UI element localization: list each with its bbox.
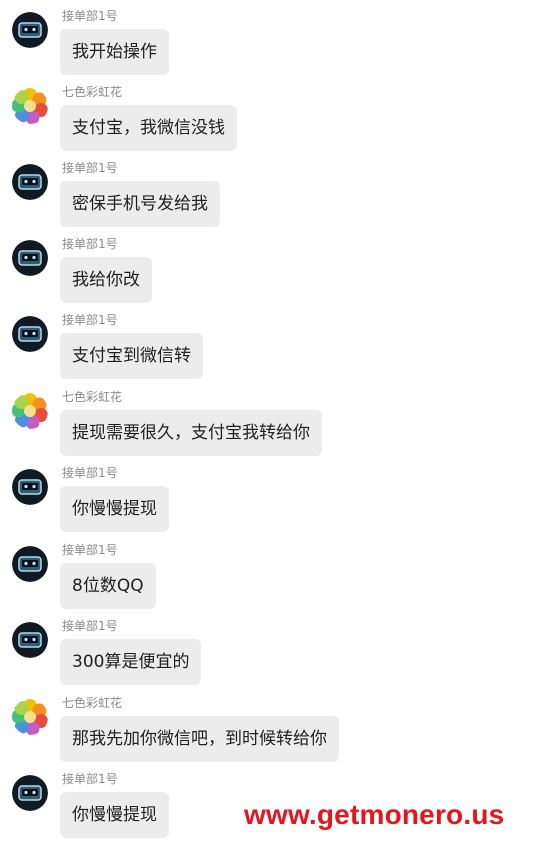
sender-name: 七色彩虹花 [62, 696, 123, 710]
message-bubble: 支付宝，我微信没钱 [60, 105, 237, 151]
chat-message: 接单部1号 300算是便宜的 [12, 619, 532, 695]
watermark: www.getmonero.us [244, 799, 505, 830]
message-bubble: 那我先加你微信吧，到时候转给你 [60, 716, 339, 762]
chat-message: 接单部1号 我开始操作 [12, 9, 532, 85]
sender-name: 接单部1号 [62, 772, 118, 786]
operator-avatar-icon[interactable] [12, 775, 48, 811]
operator-avatar-icon[interactable] [12, 12, 48, 48]
chat-message: 接单部1号 你慢慢提现 [12, 466, 532, 542]
customer-avatar-icon[interactable] [12, 393, 48, 429]
message-bubble: 你慢慢提现 [60, 792, 169, 838]
chat-message: 七色彩虹花 那我先加你微信吧，到时候转给你 [12, 696, 532, 772]
sender-name: 接单部1号 [62, 543, 118, 557]
message-bubble: 提现需要很久，支付宝我转给你 [60, 410, 322, 456]
customer-avatar-icon[interactable] [12, 699, 48, 735]
operator-avatar-icon[interactable] [12, 546, 48, 582]
sender-name: 七色彩虹花 [62, 85, 123, 99]
message-bubble: 我开始操作 [60, 29, 169, 75]
message-bubble: 支付宝到微信转 [60, 333, 203, 379]
customer-avatar-icon[interactable] [12, 88, 48, 124]
message-bubble: 密保手机号发给我 [60, 181, 220, 227]
sender-name: 接单部1号 [62, 237, 118, 251]
operator-avatar-icon[interactable] [12, 240, 48, 276]
sender-name: 接单部1号 [62, 619, 118, 633]
operator-avatar-icon[interactable] [12, 622, 48, 658]
operator-avatar-icon[interactable] [12, 469, 48, 505]
chat-message: 七色彩虹花 支付宝，我微信没钱 [12, 85, 532, 161]
operator-avatar-icon[interactable] [12, 164, 48, 200]
sender-name: 接单部1号 [62, 466, 118, 480]
chat-message: 七色彩虹花 提现需要很久，支付宝我转给你 [12, 390, 532, 466]
message-bubble: 8位数QQ [60, 563, 156, 609]
sender-name: 接单部1号 [62, 313, 118, 327]
chat-message: 接单部1号 我给你改 [12, 237, 532, 313]
chat-message: 接单部1号 支付宝到微信转 [12, 313, 532, 389]
chat-message: 接单部1号 8位数QQ [12, 543, 532, 619]
sender-name: 七色彩虹花 [62, 390, 123, 404]
chat-message: 接单部1号 密保手机号发给我 [12, 161, 532, 237]
operator-avatar-icon[interactable] [12, 316, 48, 352]
message-bubble: 我给你改 [60, 257, 152, 303]
sender-name: 接单部1号 [62, 9, 118, 23]
sender-name: 接单部1号 [62, 161, 118, 175]
message-bubble: 300算是便宜的 [60, 639, 202, 685]
message-bubble: 你慢慢提现 [60, 486, 169, 532]
